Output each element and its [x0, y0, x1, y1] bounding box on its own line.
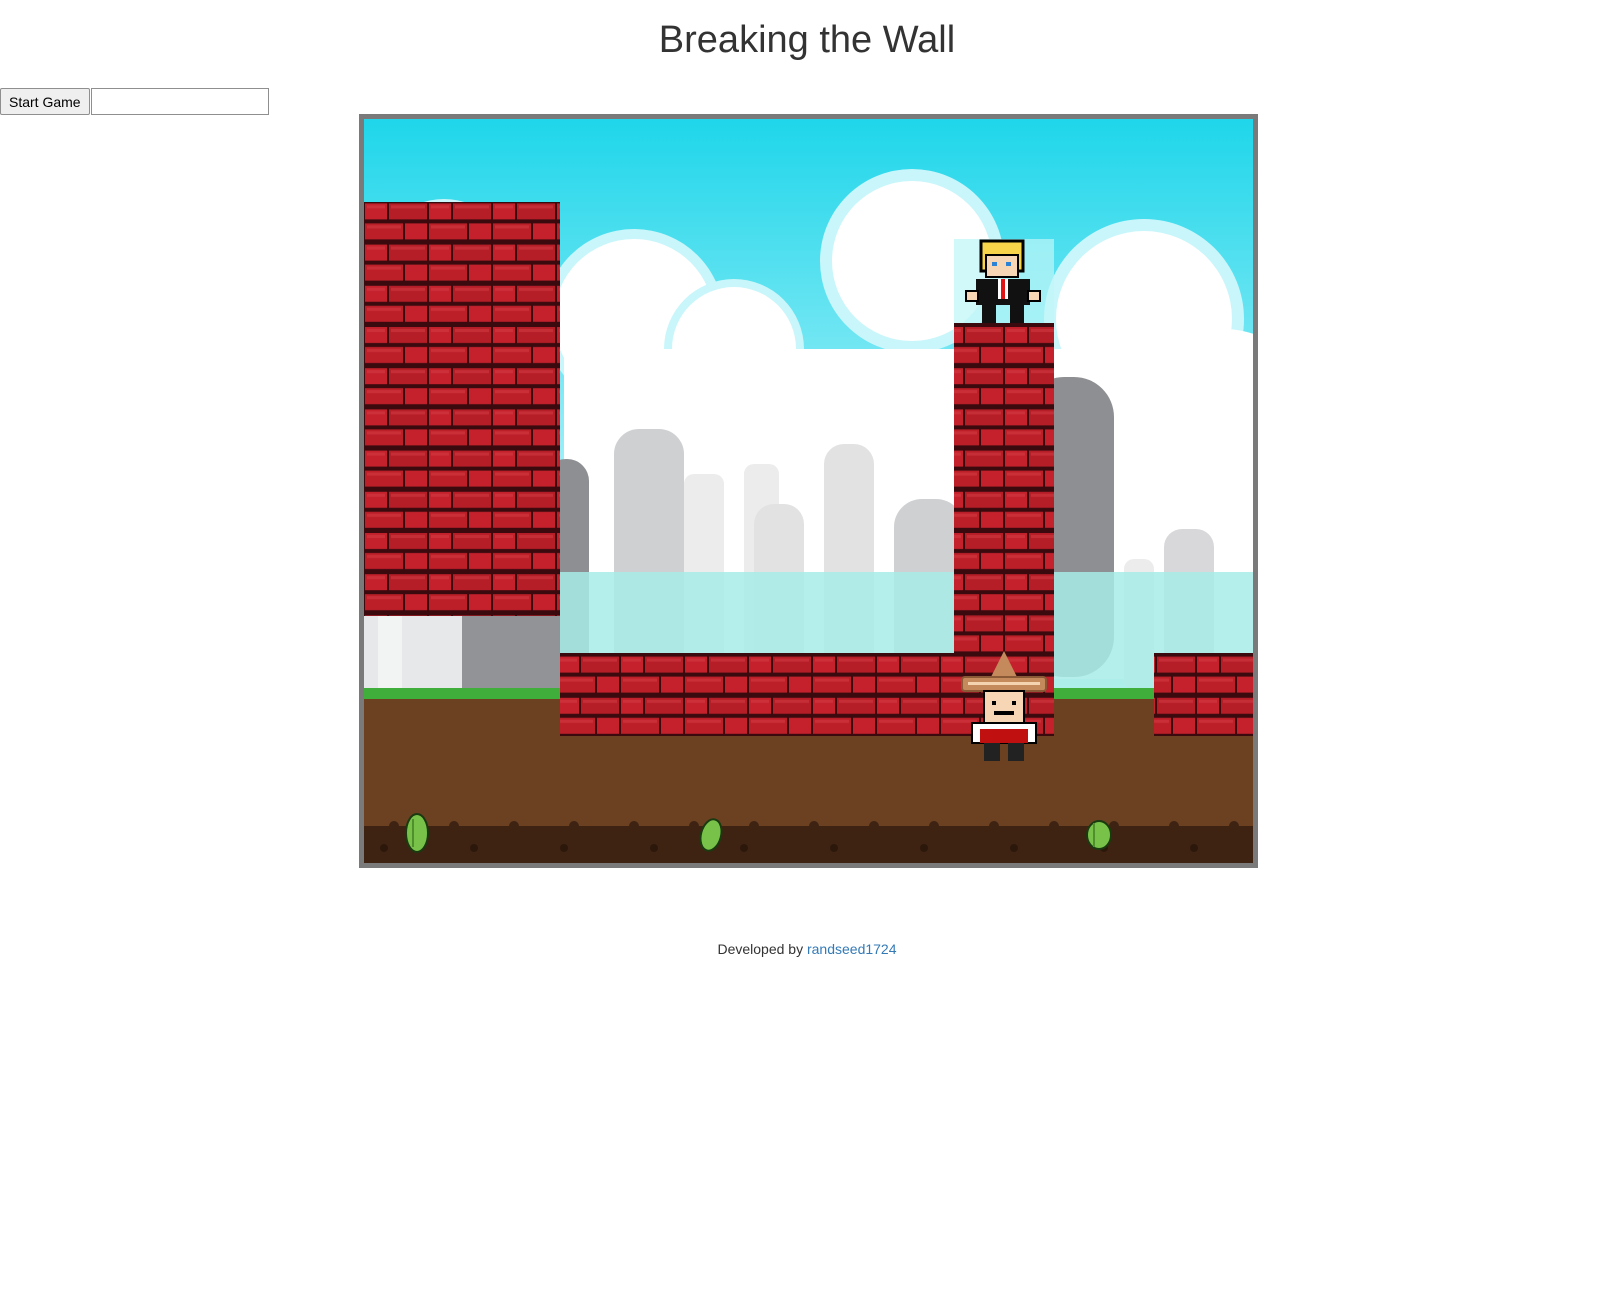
footer: Developed by randseed1724 [0, 941, 1614, 957]
blonde-man-sprite [954, 239, 1054, 323]
game-canvas[interactable] [364, 119, 1253, 863]
grass-left [364, 688, 560, 699]
page-title: Breaking the Wall [658, 19, 956, 61]
author-link[interactable]: randseed1724 [807, 941, 897, 957]
brick-wall-tower [954, 323, 1054, 653]
game-scene [364, 119, 1253, 863]
start-game-button[interactable]: Start Game [0, 88, 90, 115]
game-frame [359, 114, 1258, 868]
name-input[interactable] [91, 88, 269, 115]
cactus-1 [405, 813, 429, 853]
grass-right [1054, 688, 1154, 699]
footer-prefix: Developed by [717, 941, 804, 957]
brick-wall-right [1154, 653, 1253, 736]
brick-wall-left [364, 202, 560, 616]
cactus-3 [1086, 820, 1112, 850]
